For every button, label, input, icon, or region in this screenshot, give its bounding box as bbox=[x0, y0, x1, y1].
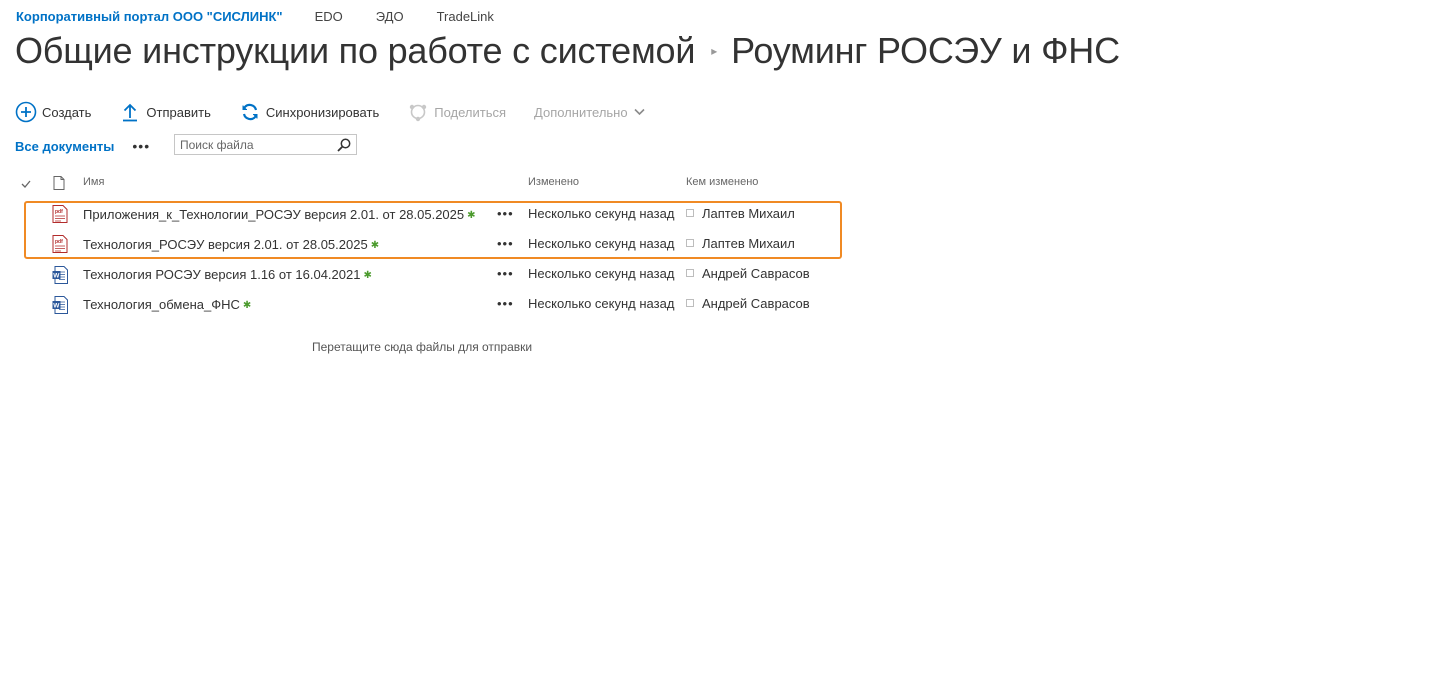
sync-button[interactable]: Синхронизировать bbox=[239, 101, 379, 123]
column-header-modified-by[interactable]: Кем изменено bbox=[686, 176, 758, 192]
file-name: Технология_РОСЭУ версия 2.01. от 28.05.2… bbox=[83, 237, 368, 252]
file-name: Приложения_к_Технологии_РОСЭУ версия 2.0… bbox=[83, 207, 465, 222]
modified-by-user[interactable]: Андрей Саврасов bbox=[702, 266, 810, 281]
sync-icon bbox=[239, 101, 261, 123]
file-name: Технология_обмена_ФНС bbox=[83, 297, 240, 312]
column-header-name[interactable]: Имя bbox=[83, 176, 104, 192]
more-label: Дополнительно bbox=[534, 104, 628, 120]
file-type-header-icon bbox=[53, 176, 65, 192]
presence-indicator-icon bbox=[686, 269, 694, 277]
modified-date: Несколько секунд назад bbox=[528, 296, 675, 311]
breadcrumb-current: Роуминг РОСЭУ и ФНС bbox=[731, 30, 1120, 71]
modified-by-user[interactable]: Андрей Саврасов bbox=[702, 296, 810, 311]
table-row[interactable]: pdf Приложения_к_Технологии_РОСЭУ версия… bbox=[0, 200, 840, 230]
row-more-icon[interactable]: ••• bbox=[497, 296, 514, 311]
plus-circle-icon bbox=[15, 101, 37, 123]
svg-text:W: W bbox=[53, 273, 60, 280]
modified-date: Несколько секунд назад bbox=[528, 206, 675, 221]
sync-label: Синхронизировать bbox=[265, 104, 380, 120]
breadcrumb-separator-icon: ▸ bbox=[711, 44, 718, 58]
search-icon[interactable] bbox=[337, 138, 351, 157]
breadcrumb-parent[interactable]: Общие инструкции по работе с системой bbox=[15, 30, 695, 72]
select-all-checkmark-icon[interactable] bbox=[20, 176, 32, 192]
pdf-file-icon: pdf bbox=[52, 205, 68, 223]
presence-indicator-icon bbox=[686, 299, 694, 307]
command-toolbar: Создать Отправить Синхронизировать Подел… bbox=[15, 100, 673, 124]
file-name-link[interactable]: Технология_обмена_ФНС ✱ bbox=[83, 297, 251, 312]
share-label: Поделиться bbox=[434, 104, 507, 120]
upload-button[interactable]: Отправить bbox=[119, 101, 211, 123]
modified-by-user[interactable]: Лаптев Михаил bbox=[702, 206, 795, 221]
svg-text:pdf: pdf bbox=[55, 209, 63, 215]
view-more-icon[interactable]: ••• bbox=[132, 138, 150, 154]
pdf-file-icon: pdf bbox=[52, 235, 68, 253]
upload-label: Отправить bbox=[146, 104, 211, 120]
top-nav: Корпоративный портал ООО "СИСЛИНК" EDO Э… bbox=[16, 8, 527, 24]
share-button[interactable]: Поделиться bbox=[407, 101, 506, 123]
view-all-documents[interactable]: Все документы bbox=[15, 139, 114, 154]
column-header-modified[interactable]: Изменено bbox=[528, 176, 579, 192]
table-row[interactable]: W Технология РОСЭУ версия 1.16 от 16.04.… bbox=[0, 260, 840, 290]
modified-date: Несколько секунд назад bbox=[528, 266, 675, 281]
svg-text:W: W bbox=[53, 303, 60, 310]
row-more-icon[interactable]: ••• bbox=[497, 236, 514, 251]
more-dropdown[interactable]: Дополнительно bbox=[534, 105, 645, 120]
word-file-icon: W bbox=[52, 296, 68, 314]
topnav-link-edo[interactable]: EDO bbox=[315, 9, 343, 24]
page-title: Общие инструкции по работе с системой ▸ … bbox=[15, 28, 1120, 74]
topnav-link-tradelink[interactable]: TradeLink bbox=[437, 9, 494, 24]
drop-zone-hint[interactable]: Перетащите сюда файлы для отправки bbox=[312, 340, 532, 354]
table-row[interactable]: W Технология_обмена_ФНС ✱ ••• Несколько с… bbox=[0, 290, 840, 320]
file-name-link[interactable]: Приложения_к_Технологии_РОСЭУ версия 2.0… bbox=[83, 207, 476, 222]
topnav-link-edo-ru[interactable]: ЭДО bbox=[376, 9, 404, 24]
site-title-link[interactable]: Корпоративный портал ООО "СИСЛИНК" bbox=[16, 9, 283, 24]
upload-arrow-icon bbox=[119, 101, 141, 123]
row-more-icon[interactable]: ••• bbox=[497, 266, 514, 281]
new-item-icon: ✱ bbox=[242, 300, 252, 311]
create-label: Создать bbox=[42, 104, 92, 120]
presence-indicator-icon bbox=[686, 209, 694, 217]
view-bar: Все документы ••• bbox=[15, 134, 150, 158]
word-file-icon: W bbox=[52, 266, 68, 284]
file-name: Технология РОСЭУ версия 1.16 от 16.04.20… bbox=[83, 267, 361, 282]
file-name-link[interactable]: Технология РОСЭУ версия 1.16 от 16.04.20… bbox=[83, 267, 372, 282]
svg-text:pdf: pdf bbox=[55, 239, 63, 245]
table-row[interactable]: pdf Технология_РОСЭУ версия 2.01. от 28.… bbox=[0, 230, 840, 260]
modified-date: Несколько секунд назад bbox=[528, 236, 675, 251]
chevron-down-icon bbox=[634, 108, 645, 116]
share-icon bbox=[407, 101, 429, 123]
search-input[interactable] bbox=[175, 135, 330, 154]
new-item-icon: ✱ bbox=[370, 240, 380, 251]
file-name-link[interactable]: Технология_РОСЭУ версия 2.01. от 28.05.2… bbox=[83, 237, 379, 252]
new-item-icon: ✱ bbox=[363, 270, 372, 281]
modified-by-user[interactable]: Лаптев Михаил bbox=[702, 236, 795, 251]
row-more-icon[interactable]: ••• bbox=[497, 206, 514, 221]
search-box bbox=[174, 134, 357, 155]
new-item-icon: ✱ bbox=[467, 210, 476, 221]
create-button[interactable]: Создать bbox=[15, 101, 91, 123]
presence-indicator-icon bbox=[686, 239, 694, 247]
